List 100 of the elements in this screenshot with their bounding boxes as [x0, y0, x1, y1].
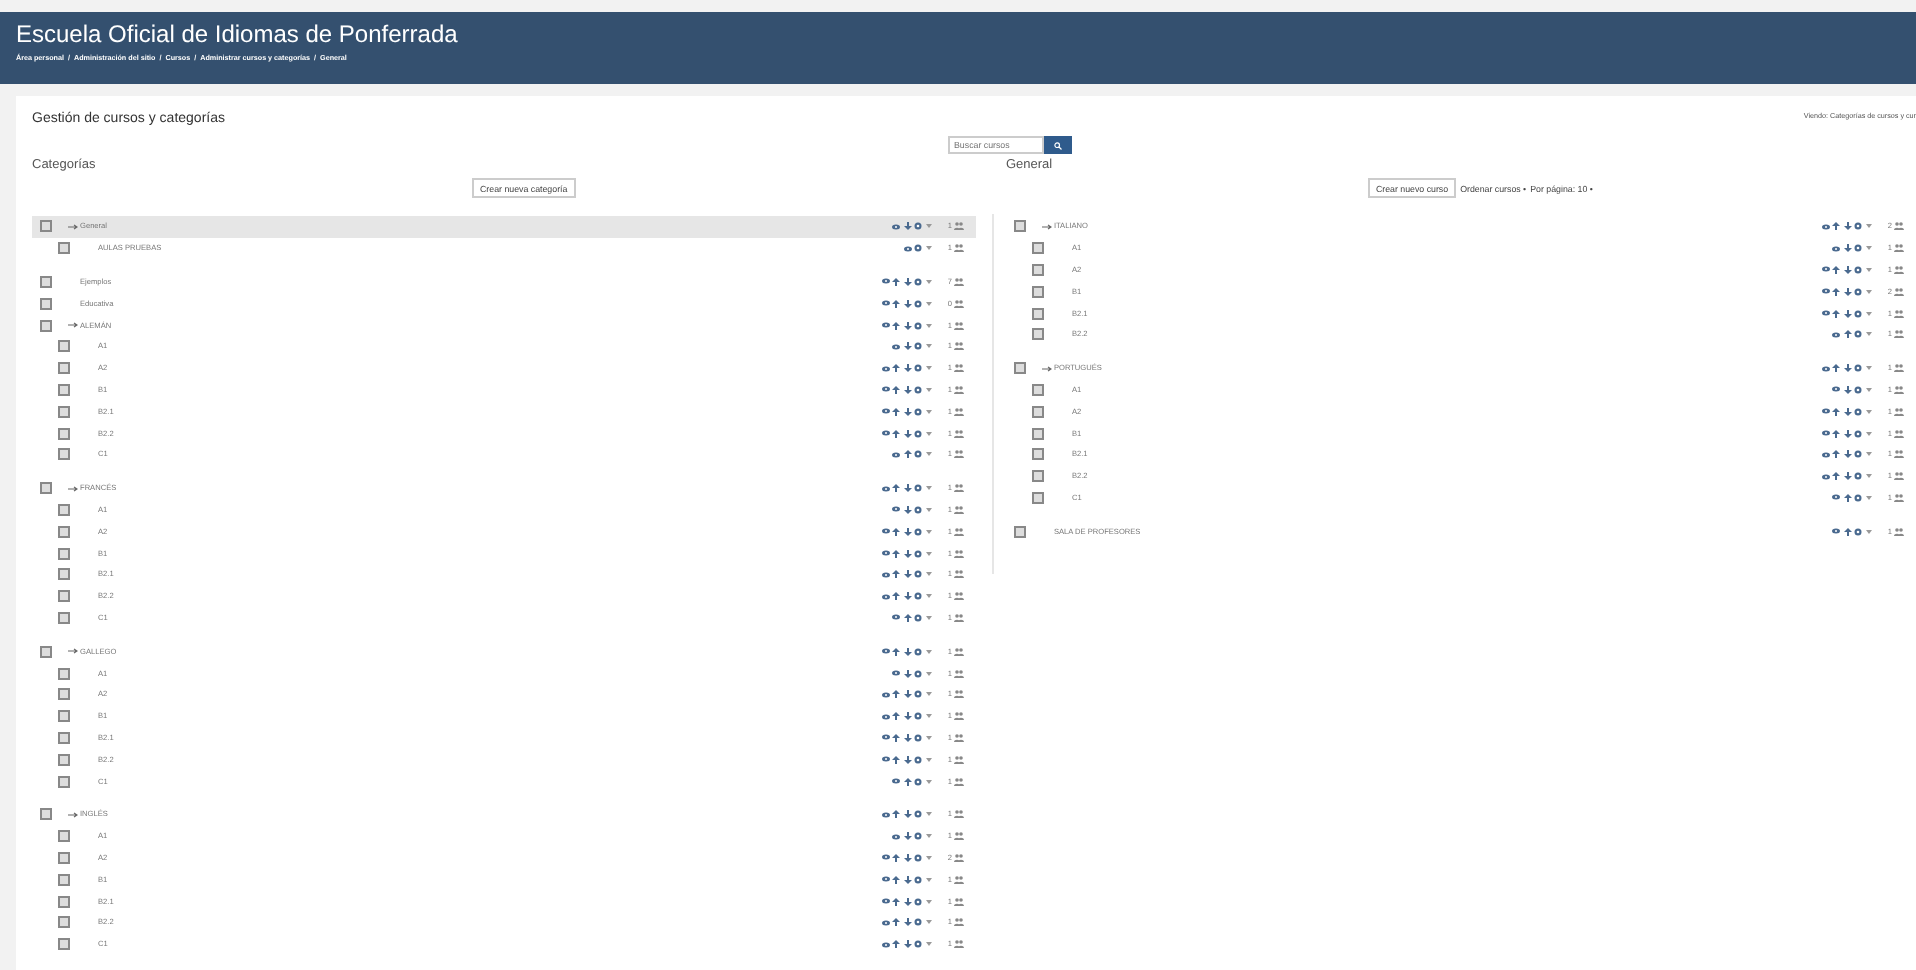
arrow-up-icon[interactable] — [892, 527, 901, 536]
arrow-up-icon[interactable] — [892, 897, 901, 905]
settings-icon[interactable] — [914, 244, 923, 253]
checkbox[interactable] — [58, 873, 70, 886]
caret-icon[interactable] — [925, 899, 932, 903]
settings-icon[interactable] — [1854, 385, 1863, 394]
checkbox[interactable] — [1031, 448, 1044, 461]
arrow-down-icon[interactable] — [903, 733, 912, 742]
checkbox[interactable] — [58, 448, 70, 461]
arrow-down-icon[interactable] — [903, 755, 912, 764]
arrow-up-icon[interactable] — [892, 407, 901, 416]
eye-icon[interactable] — [1832, 528, 1841, 535]
arrow-down-icon[interactable] — [1843, 385, 1852, 394]
arrow-down-icon[interactable] — [903, 810, 912, 819]
checkbox[interactable] — [58, 938, 70, 951]
eye-icon[interactable] — [903, 245, 912, 252]
expand-icon[interactable] — [1041, 365, 1052, 372]
arrow-down-icon[interactable] — [903, 832, 912, 841]
checkbox[interactable] — [58, 242, 70, 255]
arrow-up-icon[interactable] — [892, 385, 901, 394]
settings-icon[interactable] — [914, 613, 923, 622]
settings-icon[interactable] — [914, 222, 923, 231]
settings-icon[interactable] — [914, 875, 923, 884]
settings-icon[interactable] — [914, 299, 923, 308]
settings-icon[interactable] — [914, 385, 923, 394]
caret-icon[interactable] — [925, 551, 932, 556]
eye-icon[interactable] — [892, 506, 901, 513]
settings-icon[interactable] — [914, 342, 923, 351]
eye-icon[interactable] — [892, 614, 901, 621]
caret-icon[interactable] — [1865, 431, 1872, 436]
checkbox[interactable] — [1013, 362, 1026, 375]
caret-icon[interactable] — [925, 834, 932, 839]
checkbox[interactable] — [58, 427, 70, 440]
caret-icon[interactable] — [925, 671, 932, 676]
arrow-up-icon[interactable] — [892, 429, 901, 438]
settings-icon[interactable] — [1854, 265, 1863, 274]
checkbox[interactable] — [1031, 307, 1044, 320]
eye-icon[interactable] — [881, 756, 890, 763]
settings-icon[interactable] — [1854, 493, 1863, 502]
settings-icon[interactable] — [1854, 429, 1863, 438]
eye-icon[interactable] — [881, 691, 890, 698]
checkbox[interactable] — [1031, 285, 1044, 298]
eye-icon[interactable] — [881, 528, 890, 535]
eye-icon[interactable] — [1821, 310, 1830, 317]
caret-icon[interactable] — [925, 942, 932, 947]
settings-icon[interactable] — [914, 549, 923, 558]
checkbox[interactable] — [58, 753, 70, 766]
caret-icon[interactable] — [1865, 289, 1872, 294]
arrow-up-icon[interactable] — [1832, 429, 1841, 438]
arrow-down-icon[interactable] — [1843, 244, 1852, 253]
checkbox[interactable] — [58, 503, 70, 516]
arrow-down-icon[interactable] — [1843, 222, 1852, 231]
eye-icon[interactable] — [881, 876, 890, 883]
checkbox[interactable] — [40, 297, 52, 310]
eye-icon[interactable] — [892, 833, 901, 840]
arrow-down-icon[interactable] — [903, 385, 912, 394]
arrow-up-icon[interactable] — [892, 299, 901, 308]
checkbox[interactable] — [1013, 525, 1026, 538]
caret-icon[interactable] — [1865, 366, 1872, 371]
settings-icon[interactable] — [1854, 527, 1863, 536]
caret-icon[interactable] — [925, 594, 932, 599]
settings-icon[interactable] — [1854, 287, 1863, 296]
arrow-up-icon[interactable] — [1843, 527, 1852, 536]
arrow-down-icon[interactable] — [903, 592, 912, 601]
expand-icon[interactable] — [1041, 223, 1052, 230]
search-button[interactable] — [1044, 136, 1072, 154]
eye-icon[interactable] — [881, 854, 890, 861]
expand-icon[interactable] — [68, 322, 78, 329]
arrow-down-icon[interactable] — [1843, 287, 1852, 296]
checkbox[interactable] — [58, 547, 70, 560]
caret-icon[interactable] — [925, 279, 932, 284]
arrow-up-icon[interactable] — [892, 647, 901, 656]
eye-icon[interactable] — [881, 734, 890, 741]
arrow-up-icon[interactable] — [1832, 222, 1841, 231]
settings-icon[interactable] — [914, 321, 923, 330]
arrow-down-icon[interactable] — [903, 407, 912, 416]
arrow-up-icon[interactable] — [892, 690, 901, 699]
settings-icon[interactable] — [914, 647, 923, 656]
checkbox[interactable] — [58, 383, 70, 396]
eye-icon[interactable] — [1821, 365, 1830, 372]
arrow-up-icon[interactable] — [1832, 265, 1841, 274]
eye-icon[interactable] — [881, 386, 890, 393]
caret-icon[interactable] — [925, 920, 932, 925]
checkbox[interactable] — [1031, 263, 1044, 276]
checkbox[interactable] — [1013, 220, 1026, 233]
eye-icon[interactable] — [1821, 430, 1830, 437]
eye-icon[interactable] — [892, 223, 901, 230]
checkbox[interactable] — [1031, 383, 1044, 396]
checkbox[interactable] — [1031, 491, 1044, 504]
arrow-up-icon[interactable] — [1832, 364, 1841, 373]
eye-icon[interactable] — [1821, 223, 1830, 230]
checkbox[interactable] — [58, 362, 70, 375]
eye-icon[interactable] — [881, 648, 890, 655]
checkbox[interactable] — [58, 525, 70, 538]
arrow-down-icon[interactable] — [1843, 265, 1852, 274]
eye-icon[interactable] — [881, 571, 890, 578]
eye-icon[interactable] — [1832, 494, 1841, 501]
arrow-up-icon[interactable] — [892, 755, 901, 764]
caret-icon[interactable] — [925, 855, 932, 860]
expand-icon[interactable] — [68, 485, 78, 492]
